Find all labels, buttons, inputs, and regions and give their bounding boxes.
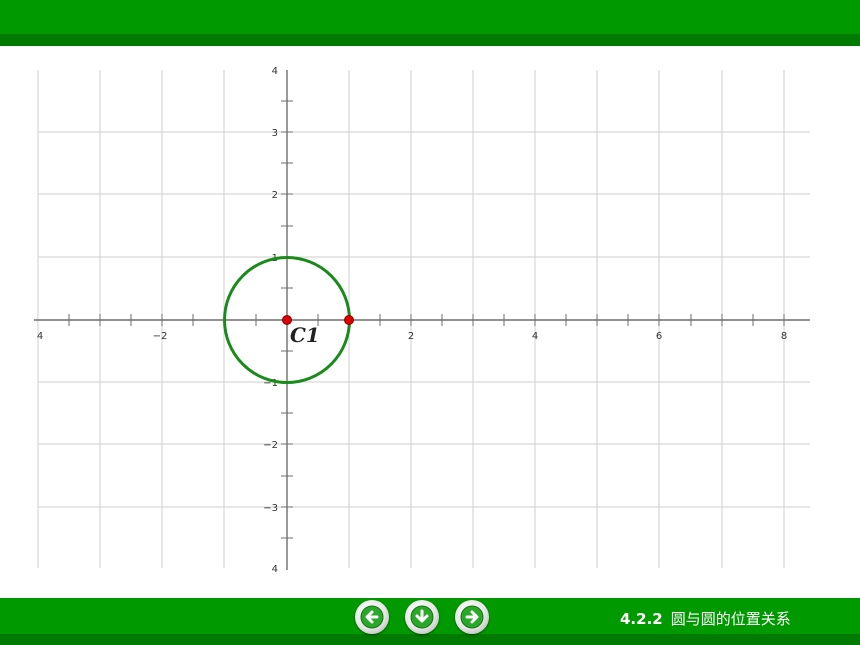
bottom-bar-stripe xyxy=(0,634,860,645)
y-tick-label: 2 xyxy=(272,190,278,201)
section-title: 圆与圆的位置关系 xyxy=(670,610,791,628)
coordinate-graph: 4 −2 2 4 6 8 4 3 2 1 −1 −2 −3 4 C1 xyxy=(34,66,810,575)
y-tick-label: 4 xyxy=(272,564,278,575)
x-tick-label: −2 xyxy=(153,331,168,342)
y-tick-label: −2 xyxy=(263,440,278,451)
y-tick-label: 4 xyxy=(272,66,278,77)
x-tick-label: 6 xyxy=(656,331,662,342)
arrow-right-icon xyxy=(460,605,484,629)
y-tick-label: −3 xyxy=(263,503,278,514)
circle-label: C1 xyxy=(290,323,320,347)
arrow-left-icon xyxy=(360,605,384,629)
y-tick-label: 3 xyxy=(272,128,278,139)
down-button[interactable] xyxy=(405,600,439,634)
arrow-down-icon xyxy=(410,605,434,629)
next-button[interactable] xyxy=(455,600,489,634)
circle-point[interactable] xyxy=(344,315,354,325)
prev-button[interactable] xyxy=(355,600,389,634)
x-tick-label: 4 xyxy=(37,331,43,342)
x-tick-label: 8 xyxy=(781,331,787,342)
footer-caption: 4.2.2 圆与圆的位置关系 xyxy=(620,608,791,629)
x-tick-label: 4 xyxy=(532,331,538,342)
x-tick-label: 2 xyxy=(408,331,414,342)
section-number: 4.2.2 xyxy=(620,610,663,628)
